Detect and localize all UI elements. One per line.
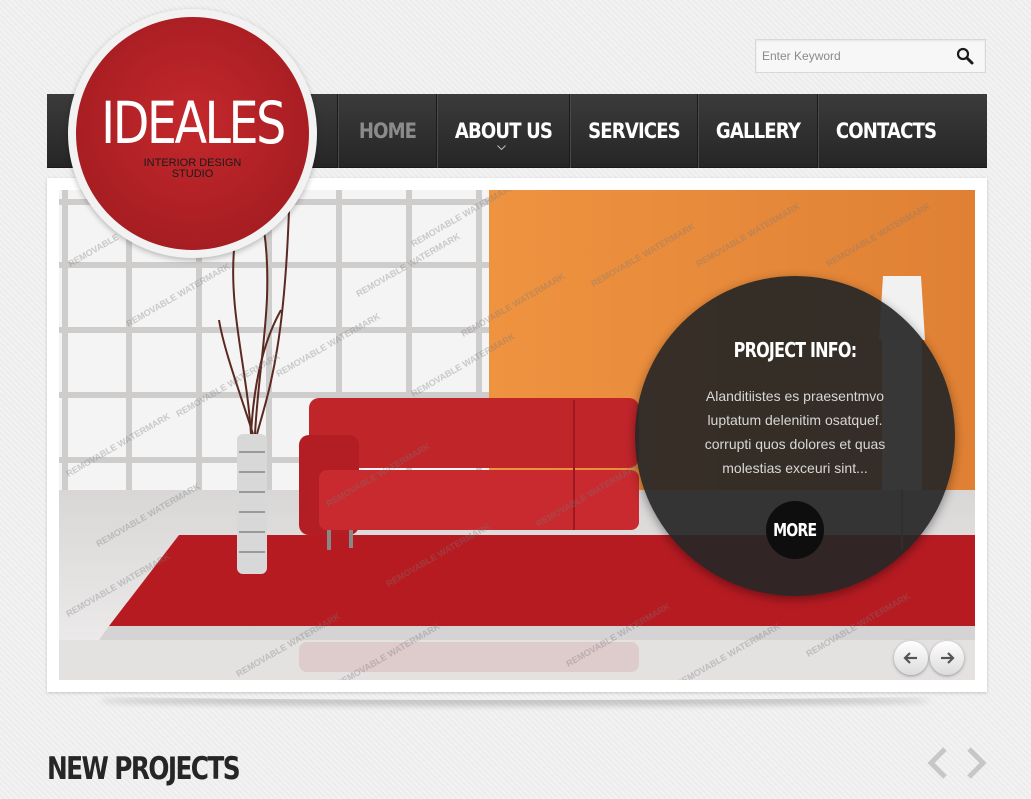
project-info-panel: PROJECT INFO: Alanditiistes es praesentm…: [635, 276, 955, 596]
search-input[interactable]: [756, 40, 946, 72]
nav-divider: [569, 94, 571, 168]
nav-item-about-us[interactable]: ABOUT US: [447, 94, 560, 168]
project-info-title: PROJECT INFO:: [733, 338, 857, 362]
nav-divider: [337, 94, 339, 168]
logo[interactable]: IDEALES INTERIOR DESIGN STUDIO: [76, 17, 309, 250]
new-projects-title: NEW PROJECTS: [47, 751, 241, 787]
logo-subtitle: INTERIOR DESIGN STUDIO: [76, 158, 309, 180]
nav-item-home[interactable]: HOME: [346, 94, 429, 168]
chevron-left-icon[interactable]: [925, 746, 951, 780]
dropdown-caret-icon: [497, 145, 506, 150]
nav-divider: [817, 94, 819, 168]
nav-item-contacts[interactable]: CONTACTS: [828, 94, 943, 168]
nav-divider: [436, 94, 438, 168]
search-icon[interactable]: [953, 44, 979, 68]
logo-title: IDEALES: [101, 89, 286, 157]
project-info-text: Alanditiistes es praesentmvo luptatum de…: [704, 388, 886, 476]
logo-subtitle-line2: STUDIO: [171, 168, 214, 180]
search-box: [755, 39, 986, 73]
more-button-label: MORE: [773, 519, 817, 541]
more-button[interactable]: MORE: [766, 501, 824, 559]
arrow-left-icon[interactable]: [894, 641, 928, 675]
nav-item-gallery[interactable]: GALLERY: [707, 94, 808, 168]
arrow-right-icon[interactable]: [930, 641, 964, 675]
nav-item-services[interactable]: SERVICES: [580, 94, 688, 168]
chevron-right-icon[interactable]: [963, 746, 989, 780]
nav-divider: [697, 94, 699, 168]
